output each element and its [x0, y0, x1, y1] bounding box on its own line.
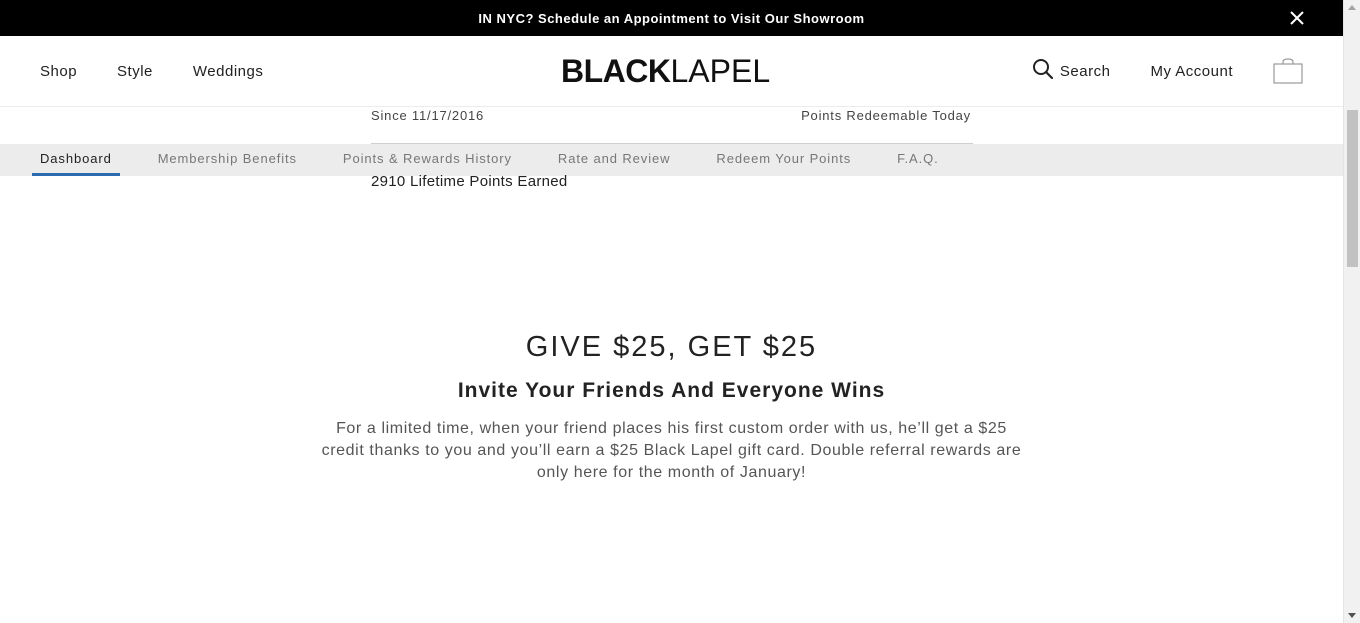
page: IN NYC? Schedule an Appointment to Visit… — [0, 0, 1343, 623]
logo-bold-text: BLACK — [561, 52, 671, 89]
tab-points-rewards-history[interactable]: Points & Rewards History — [335, 144, 520, 176]
search-label: Search — [1059, 62, 1111, 80]
brand-logo[interactable]: BLACK LAPEL — [561, 52, 771, 89]
logo-light-text: LAPEL — [670, 52, 771, 89]
site-header: Shop Style Weddings BLACK LAPEL Search My… — [0, 36, 1343, 107]
tab-redeem-your-points[interactable]: Redeem Your Points — [708, 144, 859, 176]
main-nav: Shop Style Weddings — [40, 36, 263, 106]
tab-rate-and-review[interactable]: Rate and Review — [550, 144, 679, 176]
points-redeemable-label: Points Redeemable Today — [801, 108, 971, 123]
tab-faq[interactable]: F.A.Q. — [889, 144, 947, 176]
scroll-up-arrow-icon[interactable] — [1348, 5, 1356, 10]
my-account-link[interactable]: My Account — [1150, 63, 1233, 80]
referral-subtitle: Invite Your Friends And Everyone Wins — [457, 379, 886, 402]
lifetime-points: 2910 Lifetime Points Earned — [371, 173, 568, 190]
referral-section: GIVE $25, GET $25 Invite Your Friends An… — [0, 328, 1343, 484]
referral-description: For a limited time, when your friend pla… — [321, 420, 1022, 481]
referral-title: GIVE $25, GET $25 — [525, 331, 818, 363]
tab-membership-benefits[interactable]: Membership Benefits — [150, 144, 305, 176]
nav-item-weddings[interactable]: Weddings — [193, 63, 263, 80]
search-icon — [1032, 58, 1054, 84]
member-since: Since 11/17/2016 — [371, 108, 485, 123]
page-scrollbar[interactable] — [1343, 0, 1360, 623]
rewards-tab-bar: Dashboard Membership Benefits Points & R… — [0, 144, 1343, 176]
scroll-thumb[interactable] — [1347, 110, 1358, 267]
announcement-text[interactable]: IN NYC? Schedule an Appointment to Visit… — [478, 11, 864, 26]
scroll-down-arrow-icon[interactable] — [1348, 613, 1356, 618]
announcement-bar[interactable]: IN NYC? Schedule an Appointment to Visit… — [0, 0, 1343, 36]
tab-dashboard[interactable]: Dashboard — [32, 144, 120, 176]
utility-nav: Search My Account — [1032, 36, 1303, 106]
search-button[interactable]: Search — [1032, 58, 1111, 84]
nav-item-shop[interactable]: Shop — [40, 63, 77, 80]
shopping-bag-icon[interactable] — [1273, 58, 1303, 84]
nav-item-style[interactable]: Style — [117, 63, 153, 80]
close-icon[interactable] — [1289, 10, 1305, 26]
points-summary: Since 11/17/2016 Points Redeemable Today — [371, 107, 973, 144]
